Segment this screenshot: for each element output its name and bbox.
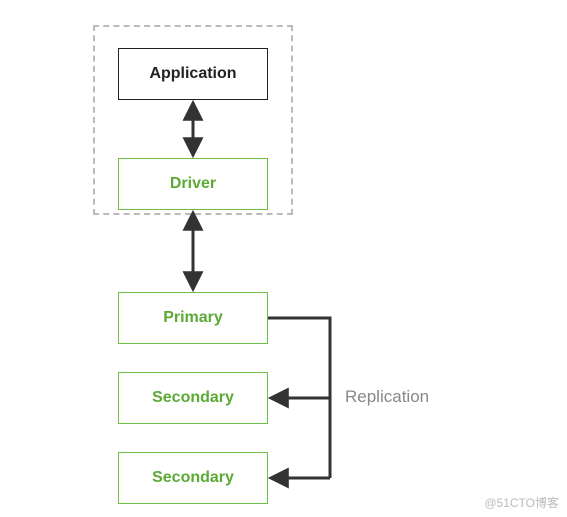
secondary2-label: Secondary [152, 469, 234, 487]
driver-label: Driver [170, 175, 216, 193]
application-box: Application [118, 48, 268, 100]
application-label: Application [149, 65, 236, 83]
primary-box: Primary [118, 292, 268, 344]
secondary2-box: Secondary [118, 452, 268, 504]
primary-label: Primary [163, 309, 223, 327]
replication-label: Replication [345, 387, 429, 407]
driver-box: Driver [118, 158, 268, 210]
secondary1-label: Secondary [152, 389, 234, 407]
replication-spine [268, 318, 330, 478]
secondary1-box: Secondary [118, 372, 268, 424]
watermark: @51CTO博客 [484, 494, 559, 511]
replication-diagram: Application Driver Primary Secondary Sec… [0, 0, 567, 517]
